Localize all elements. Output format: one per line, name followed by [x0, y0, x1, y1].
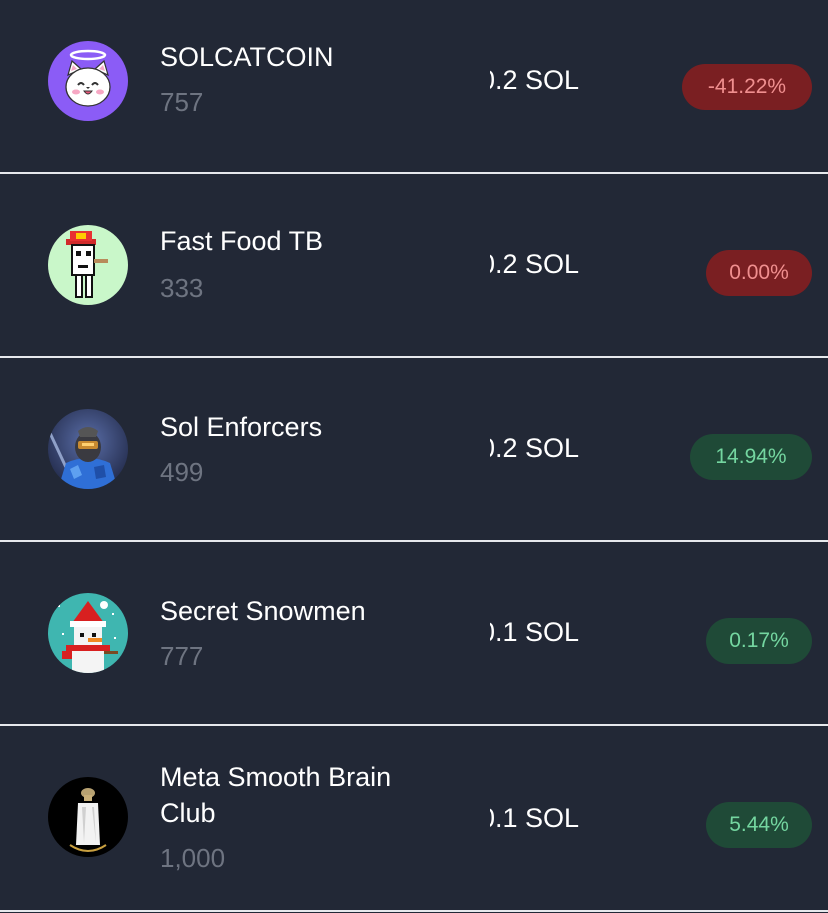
armored-soldier-icon: [48, 409, 128, 489]
floor-price: 0.2 SOL: [490, 433, 580, 463]
collection-name: Sol Enforcers: [160, 412, 323, 442]
statue-icon: [48, 777, 128, 857]
collection-row[interactable]: Fast Food TB 333 0.2 SOL 0.00%: [0, 174, 828, 358]
collection-item-count: 499: [160, 457, 204, 487]
price-change-badge: 14.94%: [690, 434, 812, 480]
collection-item-count: 1,000: [160, 843, 226, 873]
price-change-badge: -41.22%: [682, 64, 812, 110]
collection-name: Meta Smooth Brain Club: [160, 762, 392, 828]
collection-list: SOLCATCOIN 757 0.2 SOL -41.22% Fast Food…: [0, 0, 828, 913]
angel-cat-icon: [48, 41, 128, 121]
collection-name: Fast Food TB: [160, 226, 324, 256]
collection-row[interactable]: Secret Snowmen 777 0.1 SOL 0.17%: [0, 542, 828, 726]
price-change-badge: 5.44%: [706, 802, 812, 848]
collection-item-count: 333: [160, 273, 204, 303]
floor-price: 0.2 SOL: [490, 249, 580, 279]
collection-item-count: 777: [160, 641, 204, 671]
price-change-badge: 0.00%: [706, 250, 812, 296]
floor-price: 0.2 SOL: [490, 65, 580, 95]
pixel-punk-icon: [48, 225, 128, 305]
snowman-icon: [48, 593, 128, 673]
floor-price: 0.1 SOL: [490, 803, 580, 833]
collection-row[interactable]: SOLCATCOIN 757 0.2 SOL -41.22%: [0, 0, 828, 174]
floor-price: 0.1 SOL: [490, 617, 580, 647]
collection-row[interactable]: Meta Smooth Brain Club 1,000 0.1 SOL 5.4…: [0, 726, 828, 912]
collection-item-count: 757: [160, 87, 204, 117]
collection-name: Secret Snowmen: [160, 596, 366, 626]
price-change-badge: 0.17%: [706, 618, 812, 664]
collection-row[interactable]: Sol Enforcers 499 0.2 SOL 14.94%: [0, 358, 828, 542]
collection-name: SOLCATCOIN: [160, 42, 334, 72]
